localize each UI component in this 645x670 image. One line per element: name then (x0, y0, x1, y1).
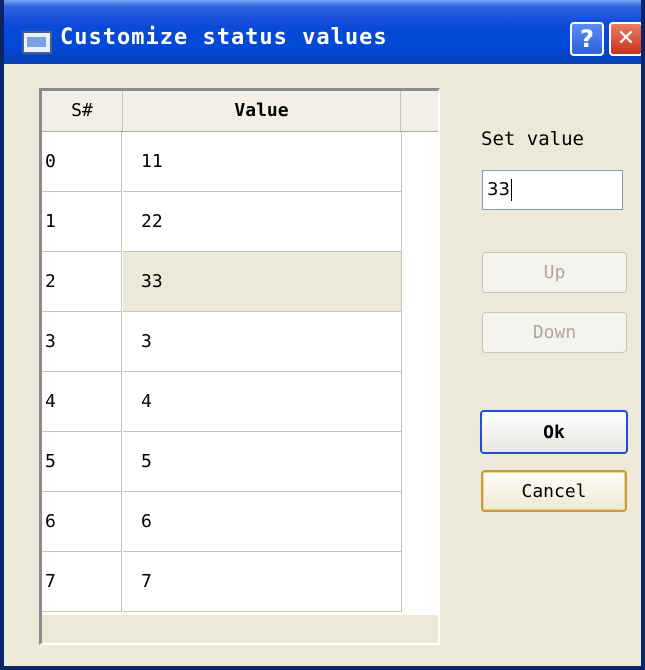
value-cell: 22 (123, 192, 402, 252)
column-header-value[interactable]: Value (123, 91, 401, 131)
window-icon (22, 31, 52, 54)
table-row[interactable]: 3 3 (42, 312, 402, 372)
column-header-sno[interactable]: S# (42, 91, 123, 131)
set-value-label: Set value (481, 128, 584, 150)
cancel-button[interactable]: Cancel (481, 470, 627, 512)
title-bar[interactable]: Customize status values ? ✕ (4, 0, 641, 64)
status-values-list[interactable]: S# Value 0 11 1 22 2 33 3 3 4 4 5 5 6 6 … (39, 88, 440, 645)
sno-cell: 6 (42, 492, 122, 552)
sno-cell: 5 (42, 432, 122, 492)
up-button[interactable]: Up (482, 252, 627, 293)
table-row[interactable]: 7 7 (42, 552, 402, 612)
set-value-text: 33 (487, 179, 510, 200)
help-button[interactable]: ? (570, 22, 604, 56)
sno-cell: 4 (42, 372, 122, 432)
table-row[interactable]: 6 6 (42, 492, 402, 552)
sno-cell: 2 (42, 252, 122, 312)
set-value-input[interactable]: 33 (482, 170, 623, 210)
value-cell: 3 (123, 312, 402, 372)
table-row[interactable]: 4 4 (42, 372, 402, 432)
value-cell: 33 (123, 252, 402, 312)
column-header-empty (401, 91, 438, 131)
sno-cell: 0 (42, 132, 122, 192)
table-body: 0 11 1 22 2 33 3 3 4 4 5 5 6 6 7 7 (42, 132, 438, 615)
table-row[interactable]: 5 5 (42, 432, 402, 492)
sno-cell: 7 (42, 552, 122, 612)
value-cell: 11 (123, 132, 402, 192)
customize-status-values-dialog: Customize status values ? ✕ S# Value 0 1… (0, 0, 645, 670)
table-row[interactable]: 0 11 (42, 132, 402, 192)
window-title: Customize status values (60, 25, 388, 50)
close-button[interactable]: ✕ (609, 22, 641, 56)
value-cell: 7 (123, 552, 402, 612)
sno-cell: 1 (42, 192, 122, 252)
ok-button[interactable]: Ok (480, 410, 628, 454)
value-cell: 5 (123, 432, 402, 492)
value-cell: 6 (123, 492, 402, 552)
table-header: S# Value (42, 91, 438, 132)
sno-cell: 3 (42, 312, 122, 372)
table-row-selected[interactable]: 2 33 (42, 252, 402, 312)
table-row[interactable]: 1 22 (42, 192, 402, 252)
value-cell: 4 (123, 372, 402, 432)
down-button[interactable]: Down (482, 312, 627, 353)
text-caret (510, 179, 512, 201)
